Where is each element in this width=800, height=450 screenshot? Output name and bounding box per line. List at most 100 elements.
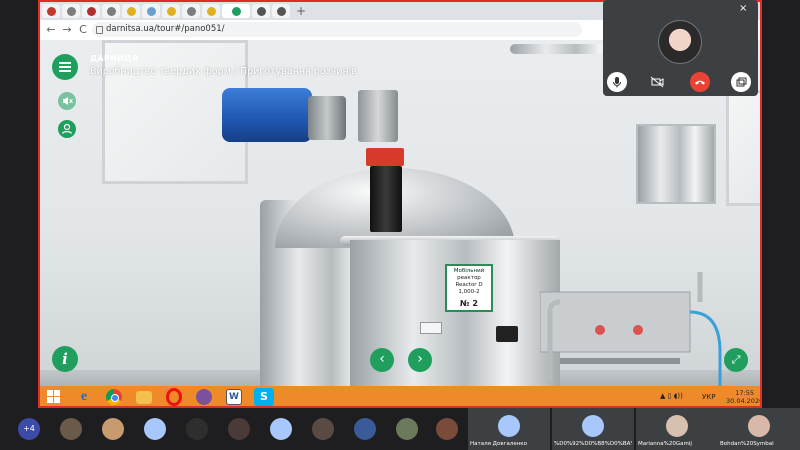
file-explorer-icon[interactable] xyxy=(136,391,152,404)
gearbox xyxy=(308,96,346,140)
speaker-muted-icon xyxy=(63,97,73,105)
back-button[interactable]: ← xyxy=(44,22,58,38)
mic-button[interactable] xyxy=(607,72,627,92)
browser-tab[interactable] xyxy=(62,4,80,18)
favicon-icon xyxy=(276,6,286,16)
favicon-icon xyxy=(126,6,136,16)
hangup-button[interactable] xyxy=(690,72,710,92)
participant-avatar[interactable] xyxy=(60,418,82,440)
background-window xyxy=(726,90,760,206)
next-scene-button[interactable]: › xyxy=(408,348,432,372)
favicon-icon xyxy=(46,6,56,16)
present-button[interactable] xyxy=(731,72,751,92)
favicon-icon xyxy=(186,6,196,16)
present-icon xyxy=(736,77,747,87)
participant-avatar xyxy=(582,415,604,437)
reactor-motor xyxy=(222,88,312,142)
label-line1: Мобільний xyxy=(453,268,485,274)
address-bar[interactable]: darnitsa.ua/tour#/pano051/ xyxy=(92,22,582,37)
browser-tab[interactable] xyxy=(102,4,120,18)
lock-icon xyxy=(96,26,103,34)
clock-date: 30.04.2020 xyxy=(726,397,762,405)
browser-tab[interactable] xyxy=(122,4,140,18)
sound-toggle-button[interactable] xyxy=(58,92,76,110)
favicon-icon xyxy=(231,6,241,16)
browser-tab[interactable] xyxy=(42,4,60,18)
label-line3: Reactor D 1,000-2 xyxy=(455,282,483,295)
favicon-icon xyxy=(86,6,96,16)
previous-scene-button[interactable]: ‹ xyxy=(370,348,394,372)
mixer-head xyxy=(358,90,398,142)
camera-button[interactable] xyxy=(647,72,667,92)
windows-start-icon[interactable] xyxy=(46,389,62,405)
participant-name: Marianna%20Gamij xyxy=(638,441,692,447)
info-button[interactable]: i xyxy=(52,346,78,372)
viber-icon[interactable] xyxy=(196,389,212,405)
tour-location-title: Виробництво твердих форм / Приготування … xyxy=(90,66,357,77)
equipment-label: Мобільний реактор Reactor D 1,000-2 № 2 xyxy=(445,264,493,312)
participant-avatar[interactable] xyxy=(144,418,166,440)
participant-tile[interactable]: Bohdan%20Symbal xyxy=(718,408,800,450)
participant-tile[interactable]: %D0%92%D0%B8%D0%BA%D0%B... xyxy=(552,408,634,450)
label-number: № 2 xyxy=(460,299,478,308)
close-icon[interactable]: × xyxy=(739,3,747,14)
participant-name: Bohdan%20Symbal xyxy=(720,441,774,447)
browser-tab[interactable] xyxy=(82,4,100,18)
favicon-icon xyxy=(166,6,176,16)
self-video-tile: × xyxy=(603,0,758,96)
participant-avatar[interactable] xyxy=(186,418,208,440)
system-tray-icons[interactable]: ▲ ▯ ◖)) xyxy=(660,392,683,400)
browser-tab[interactable] xyxy=(272,4,290,18)
language-indicator[interactable]: УКР xyxy=(702,393,715,401)
participant-avatar[interactable] xyxy=(354,418,376,440)
fullscreen-button[interactable]: ⤢ xyxy=(724,348,748,372)
new-tab-button[interactable]: + xyxy=(296,4,306,18)
participant-avatar xyxy=(666,415,688,437)
reload-button[interactable]: C xyxy=(76,22,90,38)
panel-display xyxy=(496,326,518,342)
participant-tile[interactable]: Наталя Довгаленко xyxy=(468,408,550,450)
self-avatar xyxy=(658,20,702,64)
browser-tab[interactable] xyxy=(222,4,250,18)
participants-strip: +4 Наталя Довгаленко %D0%92%D0%B8%D0%BA%… xyxy=(0,408,800,450)
mixer-shaft xyxy=(370,166,402,232)
person-icon xyxy=(61,123,73,134)
label-line2: реактор xyxy=(457,275,481,281)
participant-avatar[interactable] xyxy=(228,418,250,440)
wall-panel xyxy=(636,124,716,204)
participant-avatar[interactable] xyxy=(312,418,334,440)
favicon-icon xyxy=(256,6,266,16)
browser-tab[interactable] xyxy=(142,4,160,18)
opera-icon[interactable] xyxy=(166,388,182,406)
participant-avatar[interactable] xyxy=(102,418,124,440)
browser-tab[interactable] xyxy=(252,4,270,18)
taskbar-clock[interactable]: 17:55 30.04.2020 xyxy=(726,389,762,405)
more-participants-badge[interactable]: +4 xyxy=(18,418,40,440)
camera-off-icon xyxy=(650,76,664,88)
url-text: darnitsa.ua/tour#/pano051/ xyxy=(106,24,225,34)
browser-tab[interactable] xyxy=(182,4,200,18)
browser-tab[interactable] xyxy=(202,4,220,18)
favicon-icon xyxy=(146,6,156,16)
chrome-icon[interactable] xyxy=(106,389,122,405)
clock-time: 17:55 xyxy=(735,389,754,397)
participant-avatar xyxy=(498,415,520,437)
panel-sign xyxy=(420,322,442,334)
participant-avatar[interactable] xyxy=(436,418,458,440)
profile-button[interactable] xyxy=(58,120,76,138)
favicon-icon xyxy=(66,6,76,16)
browser-tab[interactable] xyxy=(162,4,180,18)
brand-logo: ДАРНИЦЯ xyxy=(90,54,139,63)
participant-name: Наталя Довгаленко xyxy=(470,441,527,447)
hangup-icon xyxy=(695,80,705,85)
participant-avatar[interactable] xyxy=(270,418,292,440)
participant-tile[interactable]: Marianna%20Gamij xyxy=(636,408,718,450)
forward-button[interactable]: → xyxy=(60,22,74,38)
internet-explorer-icon[interactable]: e xyxy=(76,389,92,405)
windows-taskbar: e W S ▲ ▯ ◖)) УКР 17:55 30.04.2020 xyxy=(40,386,762,406)
participant-avatar[interactable] xyxy=(396,418,418,440)
tour-menu-button[interactable] xyxy=(52,54,78,80)
skype-icon[interactable]: S xyxy=(254,388,274,406)
word-icon[interactable]: W xyxy=(226,389,242,405)
red-collar xyxy=(366,148,404,166)
